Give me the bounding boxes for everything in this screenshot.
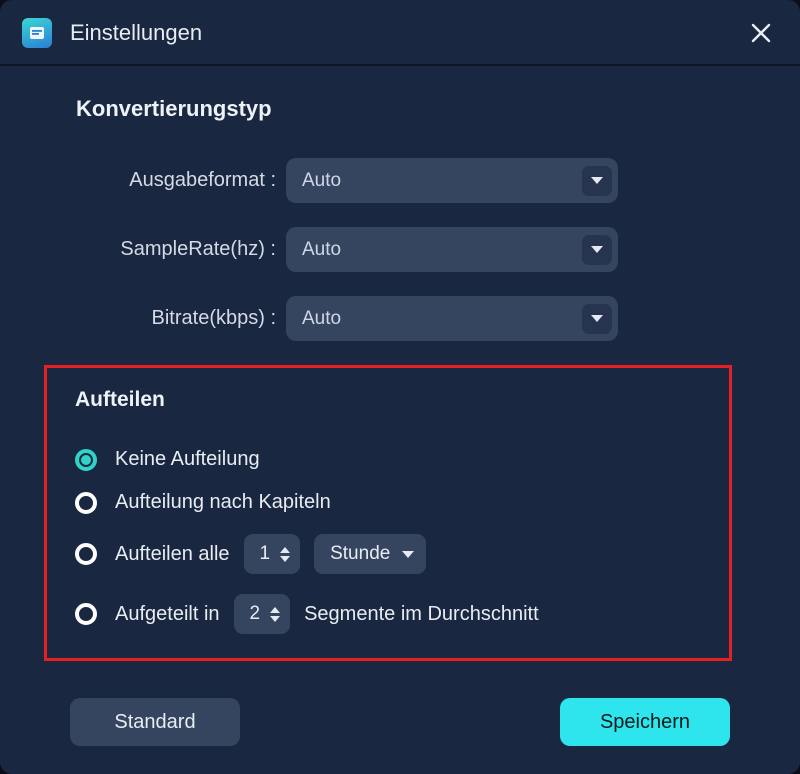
bitrate-label: Bitrate(kbps) : [76, 307, 286, 330]
interval-unit-value: Stunde [330, 543, 390, 565]
bitrate-row: Bitrate(kbps) : Auto [76, 296, 752, 341]
split-option-chapters[interactable]: Aufteilung nach Kapiteln [75, 491, 701, 514]
sample-rate-row: SampleRate(hz) : Auto [76, 227, 752, 272]
radio-none[interactable] [75, 449, 97, 471]
output-format-row: Ausgabeformat : Auto [76, 158, 752, 203]
chevron-down-icon [582, 304, 612, 334]
radio-segments[interactable] [75, 603, 97, 625]
radio-chapters[interactable] [75, 492, 97, 514]
save-button-label: Speichern [600, 711, 690, 734]
chevron-down-icon [582, 235, 612, 265]
settings-dialog: Einstellungen Konvertierungstyp Ausgabef… [0, 0, 800, 774]
output-format-value: Auto [302, 170, 341, 192]
segments-value: 2 [250, 603, 261, 625]
split-segments-suffix: Segmente im Durchschnitt [304, 603, 539, 626]
dialog-title: Einstellungen [70, 20, 744, 46]
split-option-interval[interactable]: Aufteilen alle 1 Stunde [75, 534, 701, 574]
sample-rate-label: SampleRate(hz) : [76, 238, 286, 261]
save-button[interactable]: Speichern [560, 698, 730, 746]
chevron-down-icon [582, 166, 612, 196]
interval-value: 1 [260, 543, 271, 565]
split-none-label: Keine Aufteilung [115, 448, 260, 471]
title-bar: Einstellungen [0, 0, 800, 66]
split-option-segments[interactable]: Aufgeteilt in 2 Segmente im Durchschnitt [75, 594, 701, 634]
app-icon [22, 18, 52, 48]
chevron-down-icon [402, 551, 414, 558]
radio-interval[interactable] [75, 543, 97, 565]
sample-rate-value: Auto [302, 239, 341, 261]
default-button[interactable]: Standard [70, 698, 240, 746]
split-section-highlight: Aufteilen Keine Aufteilung Aufteilung na… [44, 365, 732, 661]
close-button[interactable] [744, 16, 778, 50]
close-icon [750, 22, 772, 44]
output-format-select[interactable]: Auto [286, 158, 618, 203]
split-segments-prefix: Aufgeteilt in [115, 603, 220, 626]
stepper-arrows-icon [270, 607, 280, 622]
sample-rate-select[interactable]: Auto [286, 227, 618, 272]
split-interval-prefix: Aufteilen alle [115, 543, 230, 566]
segments-controls: Aufgeteilt in 2 Segmente im Durchschnitt [115, 594, 539, 634]
bitrate-value: Auto [302, 308, 341, 330]
output-format-label: Ausgabeformat : [76, 169, 286, 192]
default-button-label: Standard [114, 711, 195, 734]
split-chapters-label: Aufteilung nach Kapiteln [115, 491, 331, 514]
conversion-heading: Konvertierungstyp [76, 96, 752, 122]
split-option-none[interactable]: Keine Aufteilung [75, 448, 701, 471]
stepper-arrows-icon [280, 547, 290, 562]
interval-value-stepper[interactable]: 1 [244, 534, 301, 574]
interval-controls: Aufteilen alle 1 Stunde [115, 534, 426, 574]
split-heading: Aufteilen [75, 388, 701, 412]
bitrate-select[interactable]: Auto [286, 296, 618, 341]
segments-value-stepper[interactable]: 2 [234, 594, 291, 634]
dialog-content: Konvertierungstyp Ausgabeformat : Auto S… [0, 66, 800, 661]
interval-unit-select[interactable]: Stunde [314, 534, 426, 574]
dialog-footer: Standard Speichern [0, 698, 800, 746]
